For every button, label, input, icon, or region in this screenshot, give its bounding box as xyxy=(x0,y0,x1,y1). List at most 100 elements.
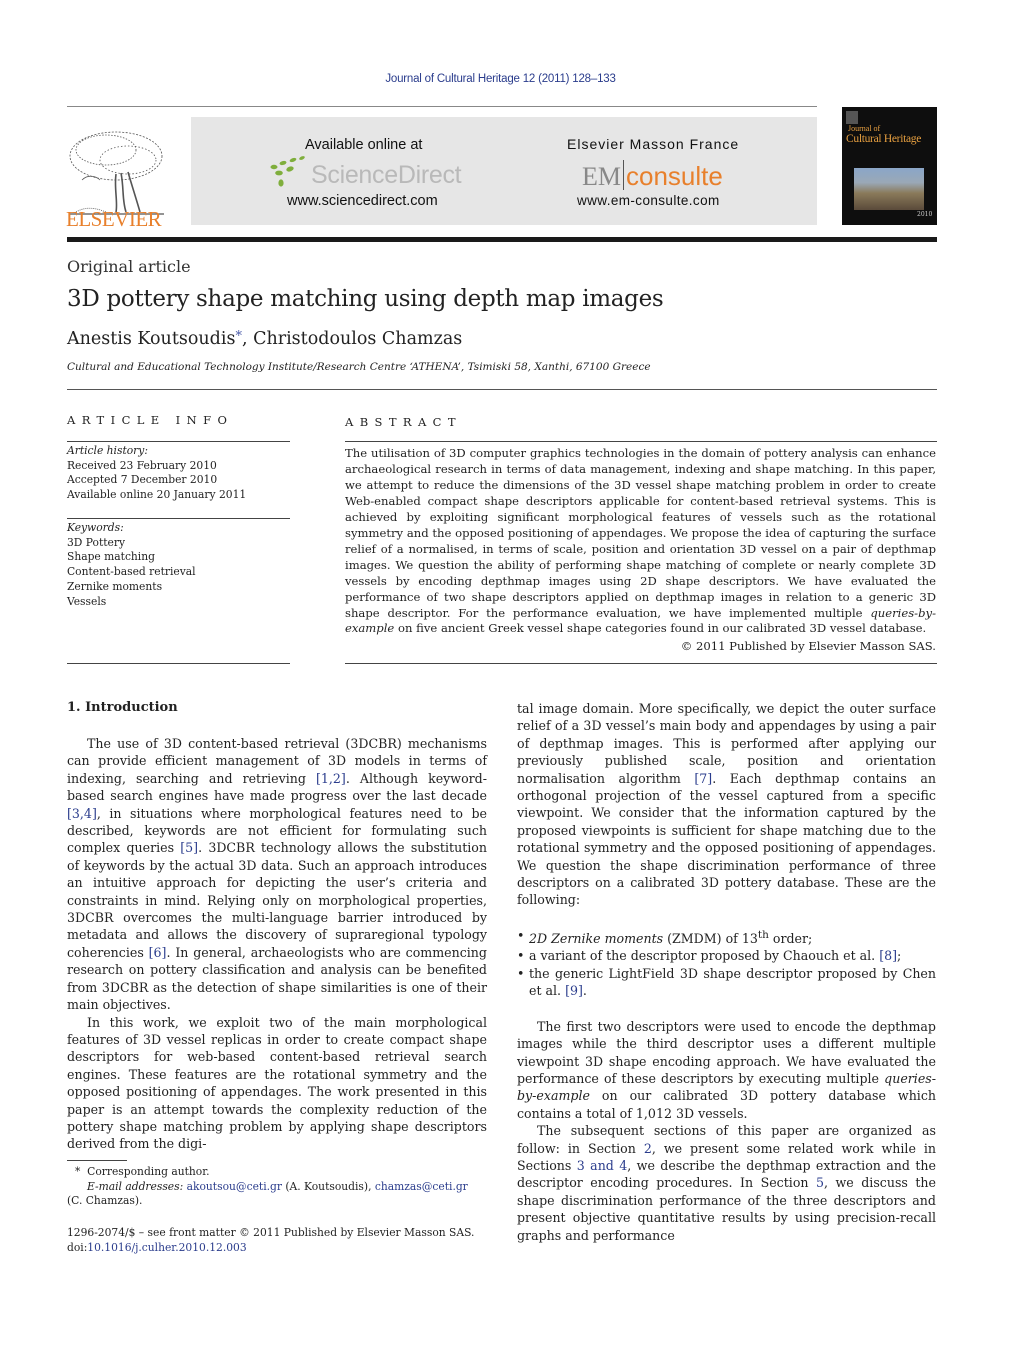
front-matter: 1296-2074/$ – see front matter © 2011 Pu… xyxy=(67,1225,497,1255)
keywords-divider xyxy=(67,518,290,519)
text-run: (A. Koutsoudis), xyxy=(281,1179,375,1193)
abstract-text-part: The utilisation of 3D computer graphics … xyxy=(345,446,936,620)
author-chamzas: , Christodoulos Chamzas xyxy=(241,329,463,349)
text-run: In this work, we exploit two of the main… xyxy=(67,1014,487,1152)
section-link[interactable]: 3 and 4 xyxy=(577,1158,627,1173)
emconsulte-logo[interactable]: EM consulte xyxy=(582,160,723,192)
descriptor-list-item: a variant of the descriptor proposed by … xyxy=(517,947,936,965)
text-run: Corresponding author. xyxy=(87,1165,210,1178)
email-label: E-mail addresses: xyxy=(87,1179,184,1193)
author-list: Anestis Koutsoudis*, Christodoulos Chamz… xyxy=(67,329,462,349)
text-run: 2D Zernike moments xyxy=(529,931,664,947)
text-run: order; xyxy=(768,931,813,947)
abstract-copyright: © 2011 Published by Elsevier Masson SAS. xyxy=(680,639,936,653)
email-addresses: E-mail addresses: akoutsou@ceti.gr (A. K… xyxy=(67,1180,497,1195)
cover-title-line1: Journal of xyxy=(848,124,881,133)
keywords-label: Keywords: xyxy=(67,521,124,534)
corresponding-author-note: * Corresponding author. xyxy=(67,1165,497,1180)
banner-bottom-rule xyxy=(67,237,937,242)
citation-link[interactable]: [5] xyxy=(180,840,198,855)
intro-paragraph-3: The first two descriptors were used to e… xyxy=(517,1018,936,1122)
history-online: Available online 20 January 2011 xyxy=(67,488,247,502)
sciencedirect-dots-icon xyxy=(270,156,305,187)
section-link[interactable]: 5 xyxy=(816,1175,824,1190)
abstract-divider xyxy=(345,441,937,442)
footnotes: * Corresponding author. E-mail addresses… xyxy=(67,1165,497,1209)
email-link-koutsoudis[interactable]: akoutsou@ceti.gr xyxy=(187,1180,282,1193)
article-info-bottom-divider xyxy=(67,663,290,664)
keywords-list: Keywords: 3D Pottery Shape matching Cont… xyxy=(67,521,196,609)
body-column-right: tal image domain. More specifically, we … xyxy=(517,700,936,1244)
cover-building-image xyxy=(854,168,924,210)
keyword-item: 3D Pottery xyxy=(67,535,126,549)
body-column-left: The use of 3D content-based retrieval (3… xyxy=(67,735,487,1153)
sciencedirect-logo-text[interactable]: ScienceDirect xyxy=(311,161,462,190)
keyword-item: Zernike moments xyxy=(67,579,163,593)
article-history-label: Article history: xyxy=(67,444,148,457)
publisher-banner: Available online at ScienceDirect www.sc… xyxy=(191,117,817,225)
intro-paragraph-1: The use of 3D content-based retrieval (3… xyxy=(67,735,487,1014)
abstract-text: The utilisation of 3D computer graphics … xyxy=(345,446,936,637)
journal-reference-link[interactable]: Journal of Cultural Heritage 12 (2011) 1… xyxy=(0,73,1001,85)
citation-link[interactable]: [8] xyxy=(879,948,897,963)
elsevier-masson-label: Elsevier Masson France xyxy=(567,136,740,152)
keyword-item: Shape matching xyxy=(67,550,155,564)
email-link-chamzas[interactable]: chamzas@ceti.gr xyxy=(375,1180,468,1193)
text-run: The first two descriptors were used to e… xyxy=(517,1018,936,1086)
author-koutsoudis: Anestis Koutsoudis xyxy=(67,329,236,349)
citation-link[interactable]: [3,4] xyxy=(67,806,97,821)
emconsulte-logo-em: EM xyxy=(582,162,621,191)
cover-year: 2010 xyxy=(917,211,933,218)
text-run: a variant of the descriptor proposed by … xyxy=(529,948,880,964)
keyword-item: Vessels xyxy=(67,594,107,608)
text-run: (C. Chamzas). xyxy=(67,1194,143,1208)
text-run: (ZMDM) of 13 xyxy=(663,931,758,947)
doi-line: doi:10.1016/j.culher.2010.12.003 xyxy=(67,1240,497,1255)
emconsulte-logo-consulte: consulte xyxy=(626,161,723,191)
abstract-text-part: on five ancient Greek vessel shape categ… xyxy=(394,621,927,636)
descriptor-list: 2D Zernike moments (ZMDM) of 13th order;… xyxy=(517,927,936,1000)
sciencedirect-url-link[interactable]: www.sciencedirect.com xyxy=(287,193,438,209)
cover-elsevier-emblem xyxy=(846,111,858,124)
intro-paragraph-4: The subsequent sections of this paper ar… xyxy=(517,1122,936,1244)
elsevier-wordmark: ELSEVIER xyxy=(66,207,162,231)
header-divider xyxy=(67,106,817,107)
article-history: Article history: Received 23 February 20… xyxy=(67,444,246,503)
article-type-label: Original article xyxy=(67,257,191,276)
text-run: . xyxy=(582,983,587,999)
abstract-heading: ABSTRACT xyxy=(345,415,462,429)
abstract-bottom-divider xyxy=(345,663,937,664)
available-online-label: Available online at xyxy=(305,137,423,153)
issn-copyright: 1296-2074/$ – see front matter © 2011 Pu… xyxy=(67,1226,475,1239)
footnote-marker: * xyxy=(75,1165,81,1178)
descriptor-list-item: 2D Zernike moments (ZMDM) of 13th order; xyxy=(517,927,936,948)
doi-link[interactable]: 10.1016/j.culher.2010.12.003 xyxy=(87,1241,246,1254)
article-info-divider xyxy=(67,441,290,442)
emconsulte-logo-divider xyxy=(623,160,624,190)
article-info-heading: ARTICLE INFO xyxy=(67,413,234,427)
history-accepted: Accepted 7 December 2010 xyxy=(67,473,218,487)
history-received: Received 23 February 2010 xyxy=(67,458,217,472)
intro-paragraph-2: In this work, we exploit two of the main… xyxy=(67,1014,487,1153)
citation-link[interactable]: [9] xyxy=(565,983,583,998)
doi-label: doi: xyxy=(67,1241,88,1254)
journal-cover-thumbnail[interactable]: Journal of Cultural Heritage 2010 xyxy=(842,107,937,225)
citation-link[interactable]: [1,2] xyxy=(316,771,346,786)
intro-paragraph-2-continued: tal image domain. More specifically, we … xyxy=(517,700,936,909)
paper-title: 3D pottery shape matching using depth ma… xyxy=(67,286,664,312)
cover-title-line2: Cultural Heritage xyxy=(846,133,922,145)
title-divider xyxy=(67,389,937,390)
citation-link[interactable]: [7] xyxy=(694,771,712,786)
citation-link[interactable]: [6] xyxy=(149,945,167,960)
text-run: ; xyxy=(897,948,902,964)
section-heading-introduction: 1. Introduction xyxy=(67,700,178,715)
emconsulte-url-link[interactable]: www.em-consulte.com xyxy=(577,193,720,208)
text-run: . 3DCBR technology allows the substituti… xyxy=(67,840,487,960)
section-link[interactable]: 2 xyxy=(644,1141,652,1156)
superscript: th xyxy=(757,928,769,941)
keyword-item: Content-based retrieval xyxy=(67,565,196,579)
descriptor-list-item: the generic LightField 3D shape descript… xyxy=(517,965,936,1000)
text-run: the generic LightField 3D shape descript… xyxy=(529,965,936,999)
affiliation: Cultural and Educational Technology Inst… xyxy=(67,361,651,373)
footnote-divider xyxy=(67,1160,127,1161)
